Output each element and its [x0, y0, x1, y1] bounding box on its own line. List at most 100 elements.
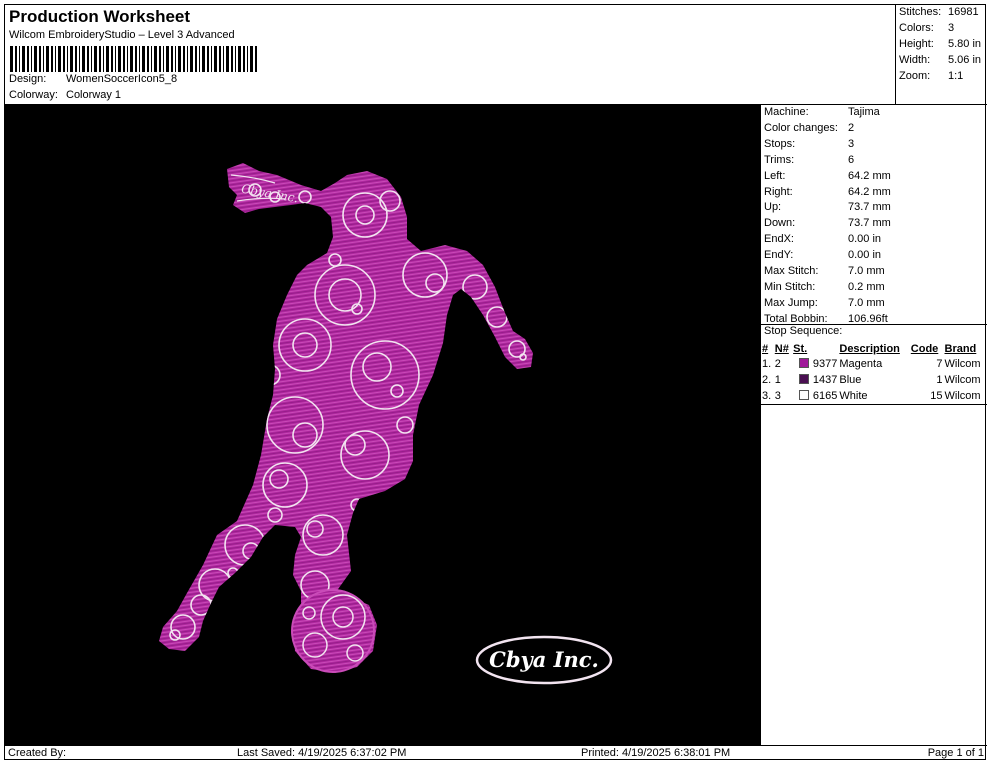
cbya-logo: Cbya Inc.: [475, 635, 613, 685]
color-swatch: [798, 358, 809, 368]
info-label: EndX:: [764, 233, 794, 246]
info-label: Up:: [764, 201, 782, 214]
machine-info-row: Right: 64.2 mm: [764, 186, 891, 198]
info-label: Right:: [764, 185, 793, 198]
needle-num: 3: [773, 388, 793, 405]
stat-colors: Colors: 3: [899, 22, 987, 34]
machine-info-row: Max Jump: 7.0 mm: [764, 297, 885, 309]
info-value: 106.96ft: [848, 312, 888, 325]
info-value: 0.00 in: [848, 249, 882, 262]
embroidery-design: Cbya Inc. Cbya Inc.: [159, 163, 613, 685]
stat-label: Width:: [899, 54, 931, 66]
info-value: 2: [848, 121, 855, 134]
color-swatch: [798, 389, 809, 400]
info-label: EndY:: [764, 249, 794, 262]
page-number: Page 1 of 1: [927, 747, 984, 759]
needle-num: 2: [774, 358, 781, 370]
machine-info-row: Down: 73.7 mm: [764, 217, 891, 229]
info-label: Stops:: [764, 137, 796, 150]
thread-brand: Wilcom: [944, 358, 981, 370]
stitch-cell: 6165: [792, 388, 839, 405]
table-header-row: # N# St. Description Code Brand: [761, 341, 987, 356]
worksheet-title: Production Worksheet: [9, 7, 191, 26]
stat-stitches: Stitches: 16981: [899, 6, 987, 18]
stop-sequence-table: # N# St. Description Code Brand 1. 2 9377 M…: [761, 341, 987, 405]
stat-height: Height: 5.80 in: [899, 38, 987, 50]
printed-date: Printed: 4/19/2025 6:38:01 PM: [581, 747, 731, 759]
machine-info-row: Color changes: 2: [764, 122, 854, 134]
stat-label: Zoom:: [899, 70, 931, 82]
table-row: 3. 3 6165 White 15 Wilcom: [761, 388, 987, 405]
colorway-row: Colorway: Colorway 1: [9, 89, 121, 101]
last-saved: Last Saved: 4/19/2025 6:37:02 PM: [237, 747, 407, 759]
color-description: Magenta: [839, 358, 883, 370]
table-row: 2. 1 1437 Blue 1 Wilcom: [761, 372, 987, 388]
thread-brand: Wilcom: [944, 374, 981, 386]
info-value: 7.0 mm: [848, 296, 885, 309]
stop-num: 2.: [762, 374, 772, 386]
info-value: 73.7 mm: [848, 201, 891, 214]
color-description: White: [838, 388, 910, 405]
info-label: Max Stitch:: [764, 265, 819, 277]
color-code: 1: [936, 374, 943, 386]
design-label: Design:: [9, 73, 47, 85]
stat-value: 3: [948, 22, 955, 34]
machine-info-row: EndY: 0.00 in: [764, 249, 881, 261]
info-value: 7.0 mm: [848, 265, 885, 277]
col-brand: Brand: [944, 342, 977, 355]
stitch-count: 9377: [812, 358, 838, 370]
logo-text: Cbya Inc.: [489, 647, 599, 672]
stat-value: 5.80 in: [948, 38, 982, 50]
col-num: #: [762, 342, 769, 355]
col-n: N#: [774, 342, 789, 355]
col-st: St.: [793, 342, 808, 355]
created-by: Created By:: [8, 747, 67, 759]
soccer-ball: [291, 589, 375, 673]
color-code: 7: [936, 358, 943, 370]
design-row: Design: WomenSoccerIcon5_8: [9, 73, 177, 85]
stat-zoom: Zoom: 1:1: [899, 70, 987, 82]
info-label: Trims:: [764, 153, 795, 166]
production-worksheet: Production Worksheet Wilcom EmbroiderySt…: [4, 4, 987, 761]
worksheet-header: Production Worksheet Wilcom EmbroiderySt…: [5, 5, 895, 105]
col-code: Code: [910, 342, 939, 355]
machine-info-row: Trims: 6: [764, 154, 854, 166]
color-description: Blue: [839, 374, 862, 386]
color-swatch: [798, 374, 809, 384]
machine-info-row: Up: 73.7 mm: [764, 201, 891, 213]
thread-brand: Wilcom: [943, 388, 987, 405]
machine-info-row: Machine: Tajima: [764, 106, 880, 118]
info-value: 0.2 mm: [848, 280, 885, 293]
needle-num: 1: [774, 374, 781, 386]
stat-label: Stitches:: [899, 6, 942, 18]
info-value: 6: [848, 153, 855, 166]
design-value: WomenSoccerIcon5_8: [66, 73, 178, 85]
info-label: Max Jump:: [764, 296, 818, 309]
stitch-cell: 1437: [792, 372, 838, 388]
machine-info-row: EndX: 0.00 in: [764, 233, 881, 245]
worksheet-footer: Created By: Last Saved: 4/19/2025 6:37:0…: [5, 745, 987, 761]
machine-info-row: Max Stitch: 7.0 mm: [764, 265, 885, 277]
machine-info-row: Total Bobbin: 106.96ft: [764, 313, 888, 325]
info-label: Min Stitch:: [764, 280, 816, 293]
stop-sequence-title: Stop Sequence:: [764, 325, 843, 337]
design-stats: Stitches: 16981 Colors: 3 Height: 5.80 in W…: [895, 5, 987, 105]
colorway-value: Colorway 1: [66, 89, 122, 101]
stitch-cell: 9377: [792, 356, 838, 372]
info-label: Down:: [764, 217, 796, 230]
info-value: 64.2 mm: [848, 169, 891, 182]
stat-width: Width: 5.06 in: [899, 54, 987, 66]
info-value: 3: [848, 137, 855, 150]
stop-num: 1.: [762, 358, 772, 370]
col-description: Description: [839, 342, 900, 355]
info-value: 73.7 mm: [848, 217, 891, 230]
stop-num: 3.: [761, 388, 774, 405]
barcode: [10, 46, 257, 72]
info-value: 64.2 mm: [848, 185, 891, 198]
info-label: Total Bobbin:: [764, 312, 828, 325]
colorway-label: Colorway:: [9, 89, 58, 101]
stat-value: 1:1: [948, 70, 964, 82]
color-code: 15: [909, 388, 944, 405]
stitch-count: 6165: [812, 389, 838, 402]
design-preview: Cbya Inc. Cbya Inc.: [5, 105, 760, 745]
